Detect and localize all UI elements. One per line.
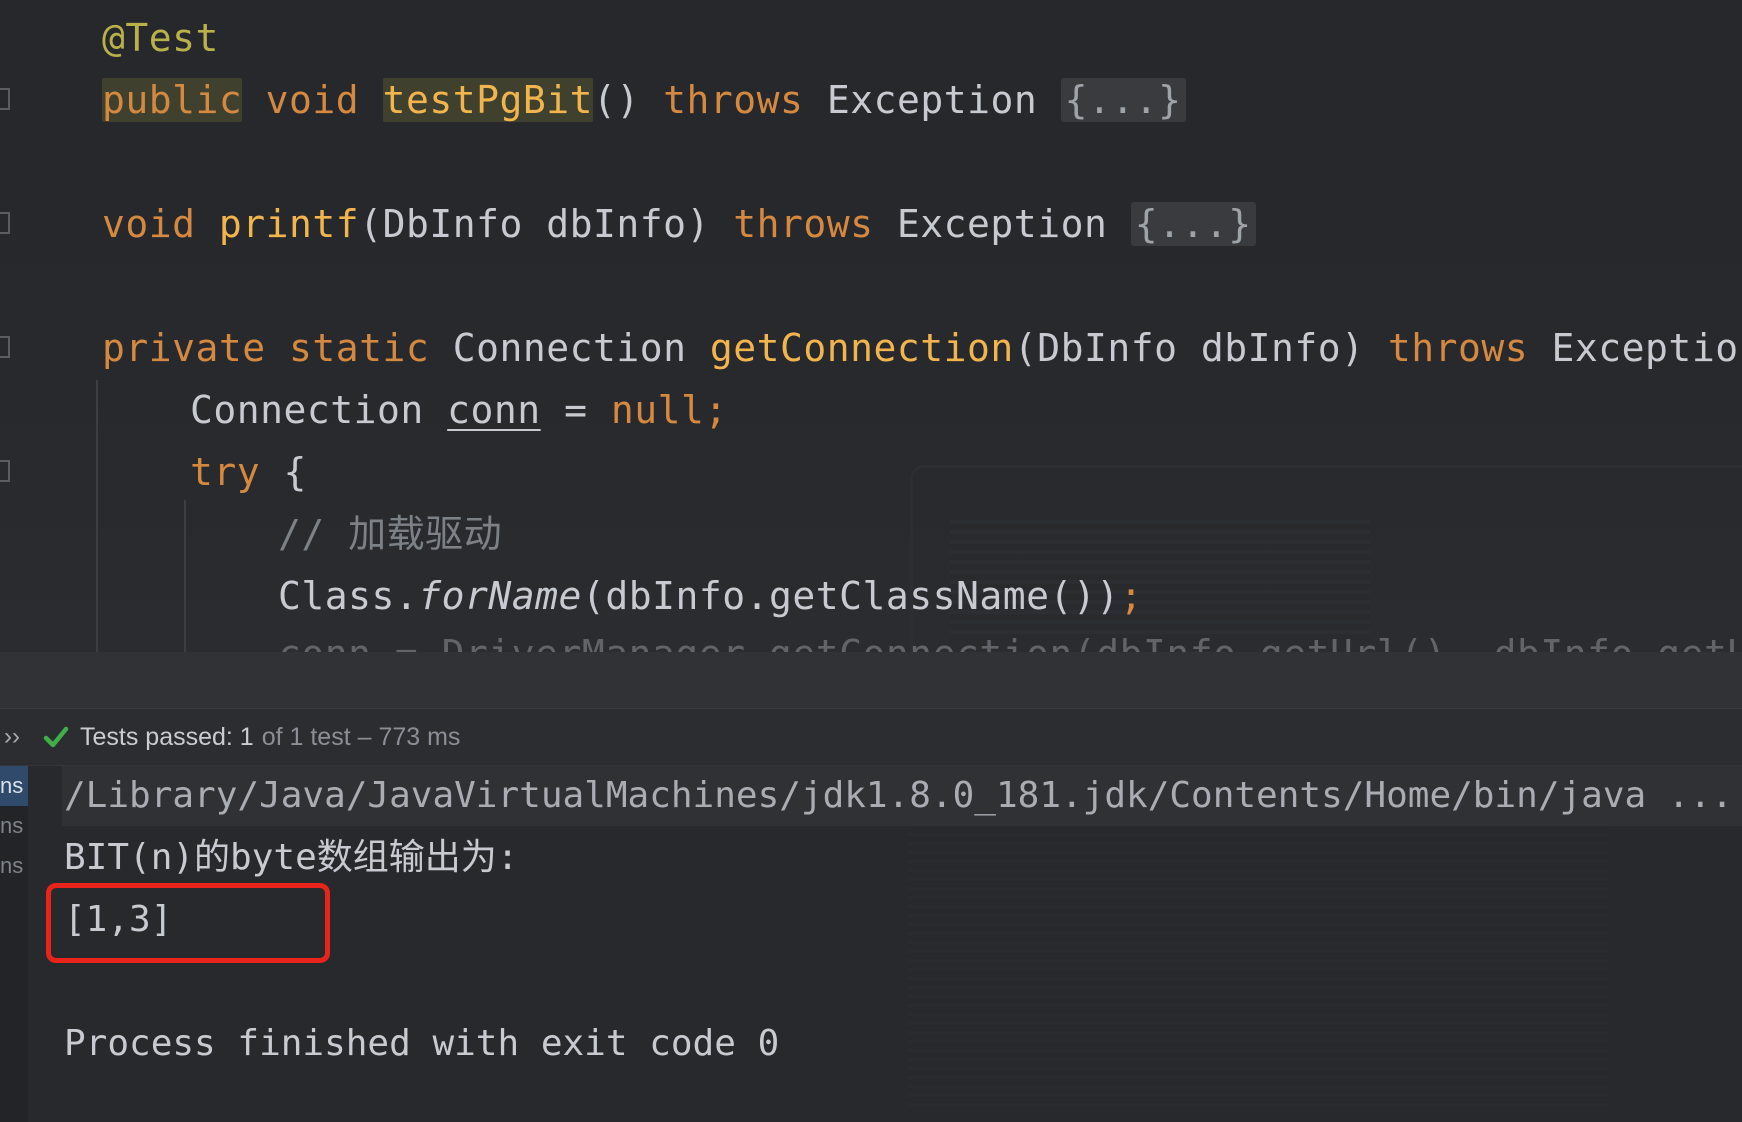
code-line-cut-off[interactable]: conn = DriverManager.getConnection(dbInf… — [278, 626, 1742, 652]
annotation-test[interactable]: @Test — [102, 10, 219, 66]
method-name-testpgbit[interactable]: testPgBit — [382, 78, 593, 122]
type-connection[interactable]: Connection — [190, 388, 424, 432]
keyword-private: private — [102, 326, 266, 370]
keyword-void: void — [265, 78, 360, 122]
background-decoration — [908, 806, 1608, 1106]
fold-marker-icon[interactable] — [0, 460, 10, 482]
folded-block[interactable]: {...} — [1060, 78, 1186, 122]
fold-marker-icon[interactable] — [0, 88, 10, 110]
panel-splitter[interactable] — [0, 652, 1742, 709]
test-tree-item[interactable]: ns — [0, 766, 28, 806]
check-icon — [43, 726, 69, 748]
run-console[interactable]: /Library/Java/JavaVirtualMachines/jdk1.8… — [28, 766, 1742, 1122]
open-brace: { — [283, 450, 307, 494]
code-editor[interactable]: @Test public void testPgBit() throws Exc… — [0, 0, 1742, 652]
exception-type[interactable]: Exception — [827, 78, 1037, 122]
java-command-line[interactable]: /Library/Java/JavaVirtualMachines/jdk1.8… — [62, 766, 1742, 826]
test-status-bar: ›› Tests passed: 1 of 1 test – 773 ms — [0, 709, 1742, 766]
exit-message[interactable]: Process finished with exit code 0 — [64, 1014, 779, 1074]
keyword-throws: throws — [733, 202, 874, 246]
class-ref: Class. — [278, 574, 419, 618]
params: (DbInfo dbInfo) — [1013, 326, 1365, 370]
keyword-void: void — [102, 202, 196, 246]
code-line-try[interactable]: try { — [190, 444, 307, 500]
output-label[interactable]: BIT(n)的byte数组输出为: — [64, 828, 518, 888]
assign-op: = — [564, 388, 588, 432]
test-tree-item[interactable]: ns — [0, 846, 28, 886]
code-comment[interactable]: // 加载驱动 — [278, 506, 502, 562]
keyword-try: try — [190, 450, 261, 494]
fold-marker-icon[interactable] — [0, 212, 10, 234]
keyword-throws: throws — [663, 78, 804, 122]
keyword-static: static — [289, 326, 430, 370]
keyword-public: public — [102, 78, 243, 122]
folded-block[interactable]: {...} — [1130, 202, 1256, 246]
variable-conn[interactable]: conn — [447, 388, 541, 432]
exception-type[interactable]: Exception — [1552, 326, 1742, 370]
params: (DbInfo dbInfo) — [359, 202, 710, 246]
method-name-getconnection[interactable]: getConnection — [710, 326, 1014, 370]
parens: () — [592, 78, 640, 122]
keyword-throws: throws — [1387, 326, 1529, 370]
chevron-double-right-icon[interactable]: ›› — [4, 723, 34, 751]
args: (dbInfo.getClassName()) — [581, 574, 1120, 618]
exception-type[interactable]: Exception — [897, 202, 1107, 246]
test-tree-item[interactable]: ns — [0, 806, 28, 846]
method-name-printf[interactable]: printf — [219, 202, 359, 246]
code-line-printf[interactable]: void printf(DbInfo dbInfo) throws Except… — [102, 196, 1256, 252]
code-line-conn-decl[interactable]: Connection conn = null; — [190, 382, 728, 438]
indent-guide — [96, 380, 98, 652]
indent-guide — [184, 500, 186, 652]
test-tree-rail[interactable]: ns ns ns — [0, 766, 28, 1122]
code-line-forname[interactable]: Class.forName(dbInfo.getClassName()); — [278, 568, 1143, 624]
return-type[interactable]: Connection — [453, 326, 687, 370]
highlight-box — [46, 883, 330, 963]
semicolon: ; — [1119, 574, 1144, 618]
tests-detail: of 1 test – 773 ms — [261, 722, 461, 751]
tests-passed-label: Tests passed: 1 — [80, 722, 254, 751]
code-line-test-method[interactable]: public void testPgBit() throws Exception… — [102, 72, 1186, 128]
fold-marker-icon[interactable] — [0, 336, 10, 358]
method-name-forname[interactable]: forName — [418, 574, 582, 618]
keyword-null: null; — [610, 388, 728, 432]
code-line-getconnection[interactable]: private static Connection getConnection(… — [102, 320, 1742, 376]
